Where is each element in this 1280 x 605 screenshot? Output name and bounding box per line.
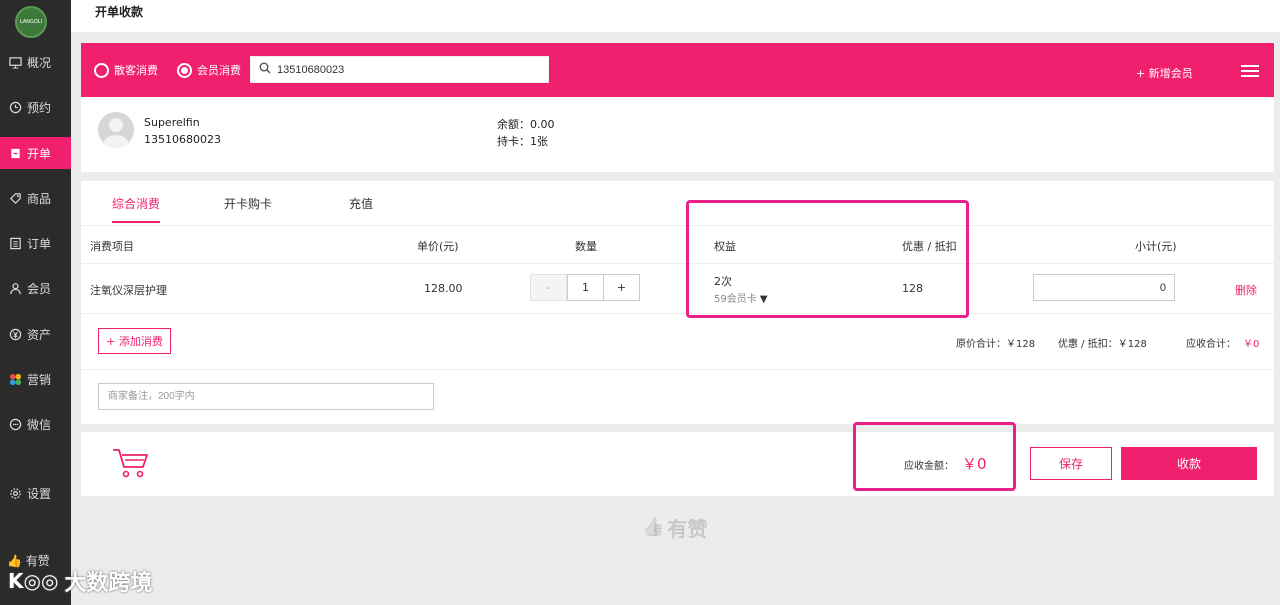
sidebar-item-label: 概况 bbox=[27, 55, 52, 70]
site-watermark: K◎◎ 大数跨境 bbox=[8, 565, 152, 597]
table-header: 消费项目 单价(元) 数量 权益 优惠 / 抵扣 小计(元) bbox=[81, 226, 1274, 263]
sidebar-item-label: 资产 bbox=[27, 327, 52, 342]
col-item: 消费项目 bbox=[90, 240, 134, 253]
member-phone: 13510680023 bbox=[144, 133, 221, 146]
card-select[interactable]: 59会员卡 ▼ bbox=[714, 290, 768, 305]
sidebar-item-label: 预约 bbox=[27, 100, 52, 115]
member-cards: 持卡：1张 bbox=[497, 135, 548, 148]
chat-icon bbox=[8, 417, 22, 431]
col-subtotal: 小计(元) bbox=[1135, 240, 1177, 253]
sidebar-item-label: 营销 bbox=[27, 372, 52, 387]
avatar bbox=[98, 112, 134, 148]
member-search bbox=[250, 56, 549, 83]
rights-count: 2次 bbox=[714, 275, 732, 288]
col-rights: 权益 bbox=[714, 240, 736, 253]
member-balance: 余额：0.00 bbox=[497, 118, 555, 131]
search-icon bbox=[259, 62, 271, 77]
sidebar-item-label: 开单 bbox=[27, 146, 52, 161]
radio-member-label: 会员消费 bbox=[197, 64, 241, 77]
add-item-button[interactable]: + 添加消费 bbox=[98, 328, 171, 354]
radio-guest-label: 散客消费 bbox=[114, 64, 158, 77]
cart-icon[interactable] bbox=[111, 446, 151, 480]
sidebar-item-overview[interactable]: 概况 bbox=[0, 46, 71, 78]
user-icon bbox=[8, 281, 22, 295]
col-discount: 优惠 / 抵扣 bbox=[902, 240, 957, 253]
clock-icon bbox=[8, 100, 22, 114]
tab-recharge[interactable]: 充值 bbox=[349, 195, 373, 221]
sidebar-item-label: 会员 bbox=[27, 281, 52, 296]
order-panel: 综合消费 开卡购卡 充值 消费项目 单价(元) 数量 权益 优惠 / 抵扣 小计… bbox=[81, 181, 1274, 424]
save-button[interactable]: 保存 bbox=[1030, 447, 1112, 480]
logo: LANGOLI bbox=[15, 6, 47, 38]
sidebar-item-billing[interactable]: 开单 bbox=[0, 137, 71, 169]
monitor-icon bbox=[8, 55, 22, 69]
radio-circle-checked bbox=[177, 62, 192, 78]
original-total: 原价合计：￥128 bbox=[956, 339, 1036, 350]
site-logo-icon: K◎◎ bbox=[8, 569, 59, 593]
search-input[interactable] bbox=[277, 63, 537, 76]
divider bbox=[81, 263, 1274, 264]
tag-icon bbox=[8, 191, 22, 205]
sidebar-item-label: 商品 bbox=[27, 191, 52, 206]
checkout-bar: 应收金额： ￥0 保存 收款 bbox=[81, 432, 1274, 496]
quantity-value[interactable]: 1 bbox=[567, 274, 604, 301]
row-unit-price: 128.00 bbox=[424, 282, 463, 295]
member-name: Superelfin bbox=[144, 116, 200, 129]
col-quantity: 数量 bbox=[575, 240, 597, 253]
due-total-value: ￥0 bbox=[1243, 339, 1260, 350]
sidebar-item-label: 订单 bbox=[27, 236, 52, 251]
add-member-button[interactable]: + 新增会员 bbox=[1136, 65, 1193, 81]
decrement-button[interactable]: - bbox=[530, 274, 567, 301]
sidebar-item-assets[interactable]: 资产 bbox=[0, 318, 71, 350]
site-watermark-text: 大数跨境 bbox=[64, 571, 153, 596]
sidebar-item-appointment[interactable]: 预约 bbox=[0, 91, 71, 123]
page-title: 开单收款 bbox=[95, 5, 144, 19]
delete-link[interactable]: 删除 bbox=[1235, 282, 1257, 298]
collect-payment-button[interactable]: 收款 bbox=[1121, 447, 1257, 480]
gear-icon bbox=[8, 486, 22, 500]
sidebar: LANGOLI 概况 预约 开单 商品 订单 会员 资产 营销 微信 设置 👍 bbox=[0, 0, 71, 605]
thumb-icon: 👍 bbox=[642, 517, 665, 538]
subtotal-input[interactable] bbox=[1033, 274, 1175, 301]
increment-button[interactable]: + bbox=[603, 274, 640, 301]
card-select-label: 59会员卡 bbox=[714, 294, 757, 305]
list-icon bbox=[8, 236, 22, 250]
sidebar-item-members[interactable]: 会员 bbox=[0, 272, 71, 304]
col-unit-price: 单价(元) bbox=[417, 240, 459, 253]
sidebar-item-marketing[interactable]: 营销 bbox=[0, 363, 71, 395]
row-item-name: 注氧仪深层护理 bbox=[90, 284, 167, 297]
sidebar-item-wechat[interactable]: 微信 bbox=[0, 408, 71, 440]
grid-icon bbox=[8, 372, 22, 386]
sidebar-item-goods[interactable]: 商品 bbox=[0, 182, 71, 214]
sidebar-item-label: 设置 bbox=[27, 486, 52, 501]
discount-total: 优惠 / 抵扣：￥128 bbox=[1058, 339, 1147, 350]
member-info-card: Superelfin 13510680023 余额：0.00 持卡：1张 bbox=[81, 97, 1274, 172]
amount-due-value: ￥0 bbox=[962, 455, 987, 473]
due-total-label: 应收合计： bbox=[1186, 339, 1236, 350]
sidebar-item-settings[interactable]: 设置 bbox=[0, 477, 71, 509]
row-discount: 128 bbox=[902, 282, 923, 295]
quantity-stepper: - 1 + bbox=[530, 274, 640, 301]
hamburger-menu-icon[interactable] bbox=[1241, 65, 1259, 77]
tab-card-purchase[interactable]: 开卡购卡 bbox=[224, 195, 272, 221]
divider bbox=[81, 369, 1274, 370]
sidebar-item-label: 微信 bbox=[27, 417, 52, 432]
radio-circle bbox=[94, 62, 109, 78]
amount-due-label: 应收金额： bbox=[904, 461, 954, 472]
customer-type-bar: 散客消费 会员消费 + 新增会员 bbox=[81, 43, 1274, 97]
radio-member[interactable]: 会员消费 bbox=[177, 62, 241, 78]
top-bar bbox=[71, 0, 1280, 32]
divider bbox=[81, 313, 1274, 314]
radio-guest[interactable]: 散客消费 bbox=[94, 62, 158, 78]
remark-input[interactable] bbox=[98, 383, 434, 410]
sidebar-item-orders[interactable]: 订单 bbox=[0, 227, 71, 259]
youzan-watermark-text: 有赞 bbox=[667, 517, 708, 541]
caret-down-icon: ▼ bbox=[759, 294, 768, 305]
youzan-watermark: 👍 有赞 bbox=[642, 513, 707, 542]
document-icon bbox=[8, 146, 22, 160]
yen-icon bbox=[8, 327, 22, 341]
tab-combined[interactable]: 综合消费 bbox=[112, 195, 161, 223]
